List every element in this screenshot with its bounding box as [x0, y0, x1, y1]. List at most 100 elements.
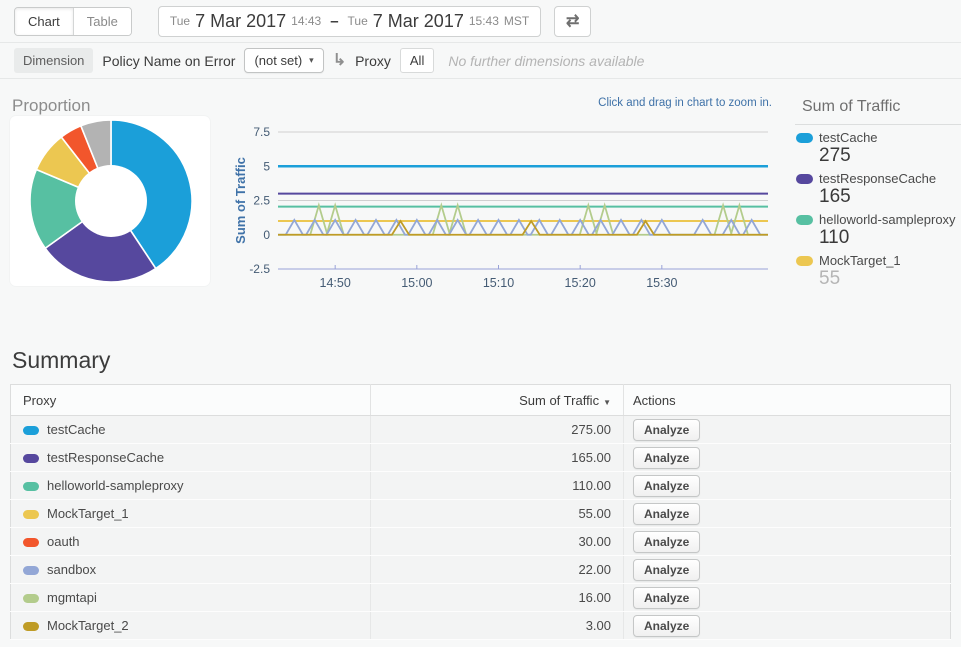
line-chart-container: Click and drag in chart to zoom in. 7.55… — [233, 97, 778, 297]
legend-item-name: testResponseCache — [819, 171, 936, 186]
column-header-proxy[interactable]: Proxy — [11, 385, 371, 416]
summary-section: Summary Proxy Sum of Traffic ▼ Actions te… — [0, 347, 961, 640]
legend-item-name: testCache — [819, 130, 878, 145]
y-axis-title: Sum of Traffic — [233, 157, 248, 244]
legend-item[interactable]: MockTarget_155 — [795, 253, 961, 289]
date-range-separator: – — [330, 13, 338, 30]
date-range-picker[interactable]: Tue 7 Mar 2017 14:43 – Tue 7 Mar 2017 15… — [158, 6, 541, 37]
x-tick-label: 15:30 — [646, 276, 677, 290]
traffic-line-chart[interactable]: 7.5 5 2.5 0 -2.5 14:50 15:00 15:10 15:20 15:30 Sum… — [233, 97, 778, 292]
sort-desc-icon: ▼ — [603, 398, 611, 407]
dimension-label-chip: Dimension — [14, 48, 93, 73]
table-row: sandbox22.00Analyze — [11, 556, 951, 584]
analyze-button[interactable]: Analyze — [633, 559, 700, 581]
legend-items: testCache275 testResponseCache165 hellowor… — [795, 130, 961, 289]
table-row: testResponseCache 165.00 Analyze — [11, 444, 951, 472]
proxy-name: testResponseCache — [47, 450, 164, 465]
chart-view-button[interactable]: Chart — [15, 8, 73, 35]
sum-of-traffic-value: 16.00 — [371, 584, 624, 612]
analyze-button[interactable]: Analyze — [633, 587, 700, 609]
table-row: helloworld-sampleproxy 110.00 Analyze — [11, 472, 951, 500]
proportion-donut-chart[interactable] — [10, 116, 210, 286]
analyze-button[interactable]: Analyze — [633, 615, 700, 637]
summary-title: Summary — [12, 347, 949, 374]
proxy-color-swatch — [23, 538, 39, 547]
sum-of-traffic-value: 165.00 — [371, 444, 624, 472]
y-tick-label: 5 — [263, 159, 270, 173]
proxy-name: helloworld-sampleproxy — [47, 478, 184, 493]
legend-item[interactable]: testCache275 — [795, 130, 961, 166]
table-row: mgmtapi 16.00 Analyze — [11, 584, 951, 612]
y-tick-label: 2.5 — [253, 194, 270, 208]
dimension-bar: Dimension Policy Name on Error (not set)… — [0, 43, 961, 79]
table-header-row: Proxy Sum of Traffic ▼ Actions — [11, 385, 951, 416]
analyze-button[interactable]: Analyze — [633, 531, 700, 553]
timezone-label: MST — [504, 14, 529, 28]
proxy-color-swatch — [23, 454, 39, 463]
chart-legend: Sum of Traffic testCache275 testResponseC… — [795, 95, 961, 289]
branch-arrow-icon: ↳ — [333, 53, 346, 69]
sum-of-traffic-value: 110.00 — [371, 472, 624, 500]
legend-item-value: 55 — [819, 268, 961, 289]
legend-item[interactable]: testResponseCache165 — [795, 171, 961, 207]
analyze-button[interactable]: Analyze — [633, 447, 700, 469]
table-row: testCache275.00Analyze — [11, 416, 951, 444]
x-tick-label: 15:20 — [565, 276, 596, 290]
legend-color-swatch — [796, 215, 813, 225]
end-time: 15:43 — [469, 14, 499, 28]
table-row: oauth 30.00 Analyze — [11, 528, 951, 556]
sum-of-traffic-value: 275.00 — [371, 416, 624, 444]
start-time: 14:43 — [291, 14, 321, 28]
legend-item[interactable]: helloworld-sampleproxy110 — [795, 212, 961, 248]
secondary-dimension-value[interactable]: All — [400, 48, 434, 73]
proxy-color-swatch — [23, 566, 39, 575]
legend-item-value: 275 — [819, 145, 961, 166]
proxy-name: mgmtapi — [47, 590, 97, 605]
table-view-button[interactable]: Table — [73, 8, 131, 35]
y-tick-label: 7.5 — [253, 125, 270, 139]
x-tick-label: 15:00 — [401, 276, 432, 290]
x-tick-label: 15:10 — [483, 276, 514, 290]
start-date: 7 Mar 2017 — [195, 11, 286, 32]
legend-item-name: MockTarget_1 — [819, 253, 901, 268]
dimension-value: (not set) — [254, 53, 302, 68]
y-tick-label: -2.5 — [249, 262, 270, 276]
proxy-name: MockTarget_1 — [47, 506, 129, 521]
legend-color-swatch — [796, 256, 813, 266]
proportion-donut-card — [10, 116, 210, 286]
sum-of-traffic-value: 30.00 — [371, 528, 624, 556]
start-day: Tue — [170, 14, 190, 28]
refresh-icon: ⇄ — [566, 13, 579, 30]
proxy-color-swatch — [23, 482, 39, 491]
proxy-color-swatch — [23, 510, 39, 519]
proportion-title: Proportion — [12, 96, 90, 116]
end-date: 7 Mar 2017 — [373, 11, 464, 32]
proxy-name: oauth — [47, 534, 80, 549]
proxy-color-swatch — [23, 594, 39, 603]
secondary-dimension-name: Proxy — [355, 53, 391, 69]
view-toggle: Chart Table — [14, 7, 132, 36]
series-line-mgmtapi — [278, 205, 768, 234]
proxy-name: MockTarget_2 — [47, 618, 129, 633]
column-header-actions: Actions — [624, 385, 951, 416]
y-tick-label: 0 — [263, 228, 270, 242]
analyze-button[interactable]: Analyze — [633, 475, 700, 497]
summary-table: Proxy Sum of Traffic▼ Actions testCache2… — [10, 384, 951, 640]
analyze-button[interactable]: Analyze — [633, 503, 700, 525]
x-tick-label: 14:50 — [320, 276, 351, 290]
no-further-dimensions-text: No further dimensions available — [448, 53, 644, 69]
proxy-color-swatch — [23, 426, 39, 435]
end-day: Tue — [348, 14, 368, 28]
analyze-button[interactable]: Analyze — [633, 419, 700, 441]
refresh-button[interactable]: ⇄ — [554, 6, 591, 37]
table-row: MockTarget_155.00Analyze — [11, 500, 951, 528]
proxy-name: sandbox — [47, 562, 96, 577]
legend-title: Sum of Traffic — [795, 95, 961, 125]
column-header-sum-of-traffic[interactable]: Sum of Traffic ▼ — [371, 385, 624, 416]
dimension-value-dropdown[interactable]: (not set) ▾ — [244, 48, 323, 73]
proxy-color-swatch — [23, 622, 39, 631]
legend-color-swatch — [796, 133, 813, 143]
legend-item-value: 110 — [819, 227, 961, 248]
column-header-sum-label: Sum of Traffic — [519, 393, 599, 408]
chart-section: Proportion Click and drag in chart to zo… — [0, 79, 961, 331]
